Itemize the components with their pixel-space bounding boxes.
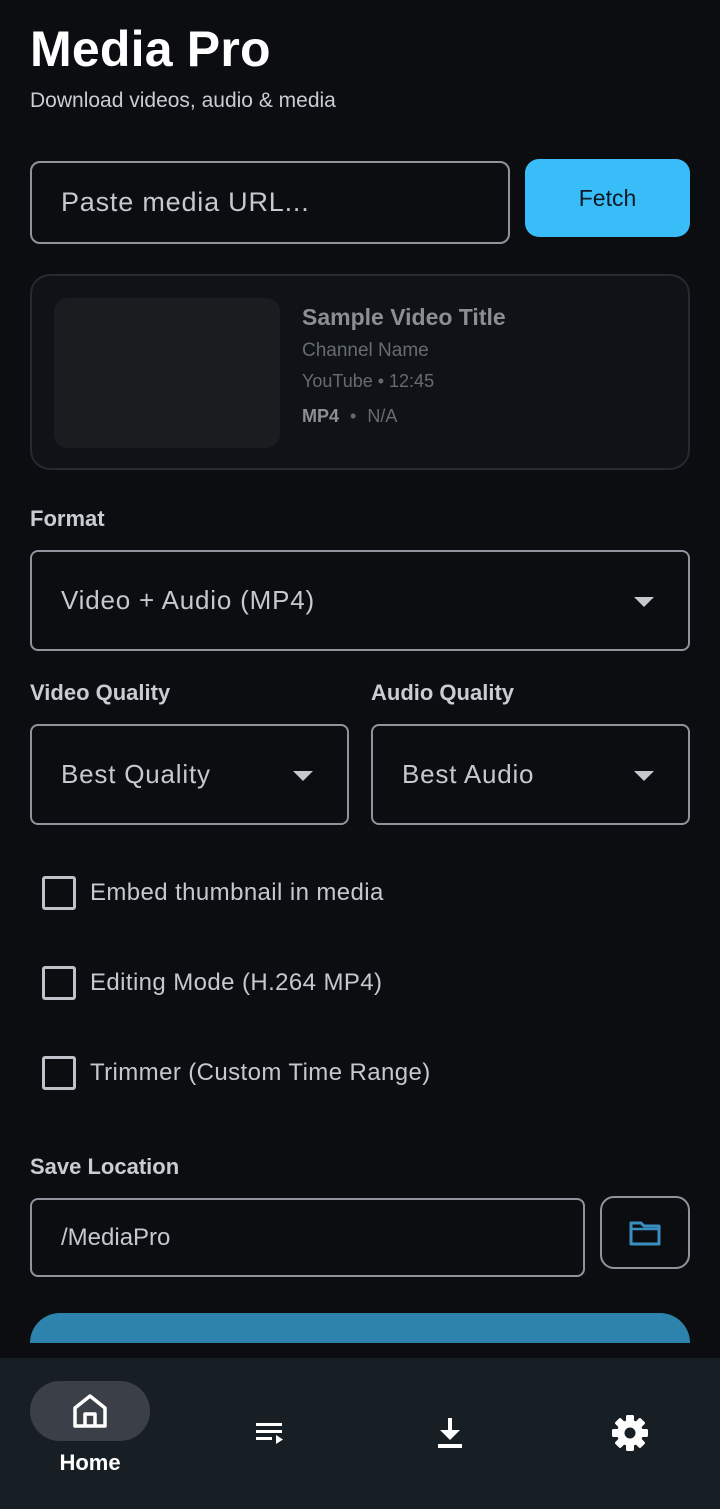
audio-quality-select[interactable]: Best Audio bbox=[371, 724, 690, 825]
save-location-label: Save Location bbox=[30, 1154, 180, 1179]
audio-quality-label: Audio Quality bbox=[371, 680, 514, 705]
media-title: Sample Video Title bbox=[302, 304, 506, 330]
home-icon bbox=[73, 1394, 107, 1428]
nav-downloads[interactable] bbox=[360, 1358, 540, 1509]
app-subtitle: Download videos, audio & media bbox=[30, 89, 336, 112]
bottom-navigation: Home bbox=[0, 1358, 720, 1509]
fetch-button[interactable]: Fetch bbox=[525, 159, 690, 237]
embed-thumbnail-label: Embed thumbnail in media bbox=[90, 879, 384, 906]
video-thumbnail bbox=[54, 298, 280, 448]
nav-home[interactable]: Home bbox=[0, 1358, 180, 1509]
folder-icon bbox=[629, 1221, 661, 1245]
chevron-down-icon bbox=[634, 596, 654, 607]
nav-home-label: Home bbox=[59, 1450, 121, 1475]
gear-icon bbox=[610, 1413, 650, 1453]
home-screen: Media Pro Download videos, audio & media… bbox=[0, 0, 720, 1509]
trimmer-label: Trimmer (Custom Time Range) bbox=[90, 1059, 431, 1086]
embed-thumbnail-checkbox[interactable] bbox=[42, 876, 76, 910]
save-location-field[interactable]: /MediaPro bbox=[30, 1198, 585, 1277]
media-format: MP4 bbox=[302, 406, 340, 426]
video-quality-value: Best Quality bbox=[61, 759, 211, 789]
save-location-value: /MediaPro bbox=[61, 1223, 171, 1251]
video-quality-select[interactable]: Best Quality bbox=[30, 724, 349, 825]
trimmer-option[interactable]: Trimmer (Custom Time Range) bbox=[42, 1056, 431, 1090]
queue-list-icon bbox=[250, 1413, 290, 1453]
video-quality-label: Video Quality bbox=[30, 680, 171, 705]
format-label: Format bbox=[30, 506, 105, 531]
chevron-down-icon bbox=[293, 770, 313, 781]
media-format-line: MP4 • N/A bbox=[302, 406, 397, 427]
editing-mode-label: Editing Mode (H.264 MP4) bbox=[90, 969, 383, 996]
nav-queue[interactable] bbox=[180, 1358, 360, 1509]
media-meta: YouTube • 12:45 bbox=[302, 371, 435, 391]
media-size: N/A bbox=[367, 406, 398, 426]
editing-mode-option[interactable]: Editing Mode (H.264 MP4) bbox=[42, 966, 382, 1000]
media-preview-card: Sample Video Title Channel Name YouTube … bbox=[30, 274, 690, 470]
chevron-down-icon bbox=[634, 770, 654, 781]
nav-home-indicator bbox=[30, 1381, 150, 1441]
app-title: Media Pro bbox=[30, 21, 271, 77]
audio-quality-value: Best Audio bbox=[402, 759, 535, 789]
format-select-value: Video + Audio (MP4) bbox=[61, 585, 315, 615]
nav-settings[interactable] bbox=[540, 1358, 720, 1509]
embed-thumbnail-option[interactable]: Embed thumbnail in media bbox=[42, 876, 384, 910]
editing-mode-checkbox[interactable] bbox=[42, 966, 76, 1000]
media-channel: Channel Name bbox=[302, 340, 429, 361]
trimmer-checkbox[interactable] bbox=[42, 1056, 76, 1090]
url-input-placeholder: Paste media URL... bbox=[61, 187, 310, 217]
media-format-separator: • bbox=[350, 406, 357, 426]
download-button[interactable] bbox=[30, 1313, 690, 1343]
download-icon bbox=[430, 1413, 470, 1453]
format-select[interactable]: Video + Audio (MP4) bbox=[30, 550, 690, 651]
browse-folder-button[interactable] bbox=[600, 1196, 690, 1269]
url-input[interactable]: Paste media URL... bbox=[30, 161, 510, 244]
